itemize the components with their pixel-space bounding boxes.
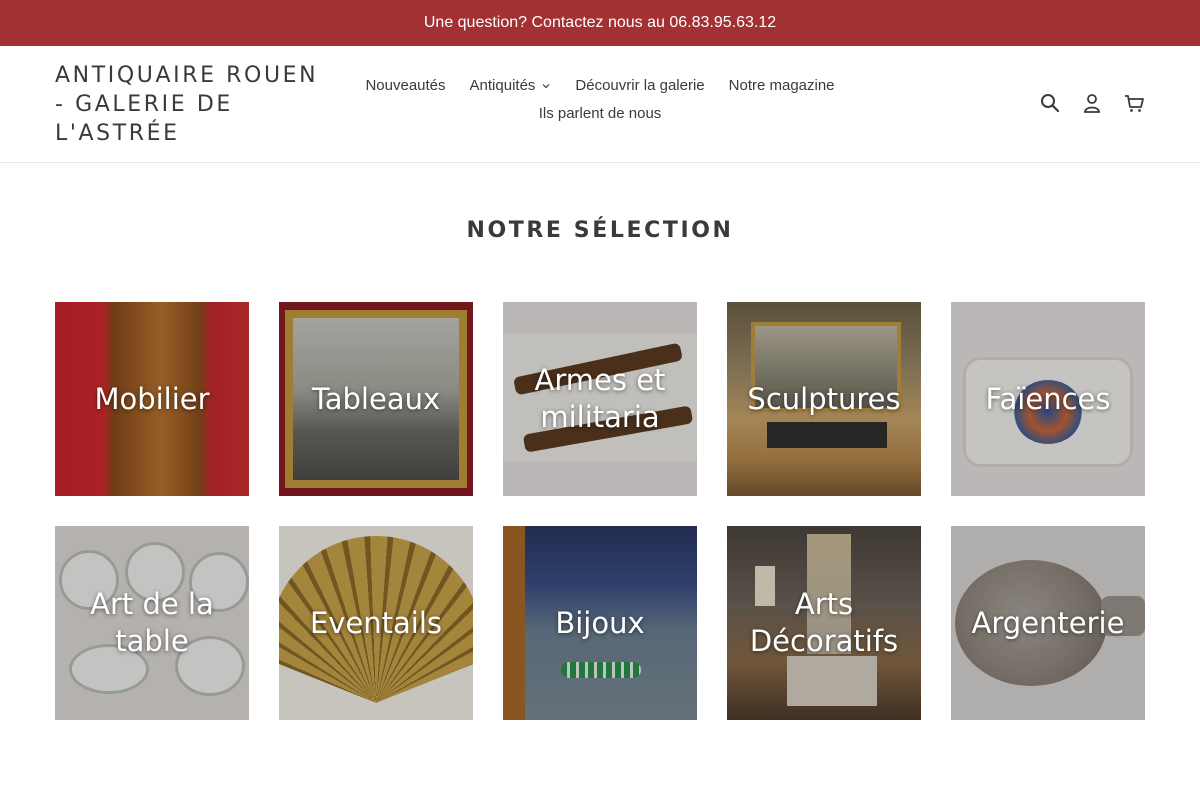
announcement-bar: Une question? Contactez nous au 06.83.95… [0, 0, 1200, 46]
nav-label: Découvrir la galerie [575, 77, 705, 94]
nav-item-decouvrir[interactable]: Découvrir la galerie [563, 76, 716, 96]
category-tile-faiences[interactable]: Faïences [951, 302, 1145, 496]
announcement-text[interactable]: Une question? Contactez nous au 06.83.95… [424, 14, 776, 32]
nav-label: Nouveautés [365, 77, 446, 94]
category-tile-eventails[interactable]: Eventails [279, 526, 473, 720]
nav-label: Antiquités [469, 77, 536, 94]
category-tile-art-de-la-table[interactable]: Art de la table [55, 526, 249, 720]
tile-label: Art de la table [90, 587, 214, 658]
tile-label: Arts Décoratifs [749, 587, 899, 658]
cart-icon[interactable] [1123, 92, 1145, 114]
category-tile-sculptures[interactable]: Sculptures [727, 302, 921, 496]
tile-label: Sculptures [747, 381, 901, 416]
chevron-down-icon [542, 84, 550, 89]
tile-label: Mobilier [94, 381, 210, 416]
account-icon[interactable] [1081, 92, 1103, 114]
tile-label: Bijoux [555, 605, 645, 640]
nav-label: Ils parlent de nous [538, 105, 662, 122]
nav-item-magazine[interactable]: Notre magazine [717, 76, 847, 96]
search-icon[interactable] [1039, 92, 1061, 114]
category-tile-argenterie[interactable]: Argenterie [951, 526, 1145, 720]
category-tile-arts-decoratifs[interactable]: Arts Décoratifs [727, 526, 921, 720]
category-tile-mobilier[interactable]: Mobilier [55, 302, 249, 496]
nav-item-ils-parlent[interactable]: Ils parlent de nous [527, 104, 674, 124]
nav-item-antiquites[interactable]: Antiquités [458, 76, 564, 96]
tile-label: Tableaux [311, 381, 441, 416]
category-tile-tableaux[interactable]: Tableaux [279, 302, 473, 496]
tile-label: Argenterie [971, 605, 1125, 640]
tile-label: Faïences [985, 381, 1111, 416]
nav-label: Notre magazine [728, 77, 835, 94]
header-icons [1039, 92, 1145, 114]
site-header: ANTIQUAIRE ROUEN - GALERIE DE L'ASTRÉE N… [0, 46, 1200, 163]
category-tile-armes[interactable]: Armes et militaria [503, 302, 697, 496]
tile-label: Eventails [309, 605, 443, 640]
site-logo[interactable]: ANTIQUAIRE ROUEN - GALERIE DE L'ASTRÉE [55, 61, 335, 148]
section-title: NOTRE SÉLECTION [466, 218, 734, 243]
tile-label: Armes et militaria [534, 363, 666, 434]
main-nav: Nouveautés Antiquités Découvrir la galer… [350, 76, 850, 124]
category-tile-bijoux[interactable]: Bijoux [503, 526, 697, 720]
nav-item-nouveautes[interactable]: Nouveautés [353, 76, 457, 96]
